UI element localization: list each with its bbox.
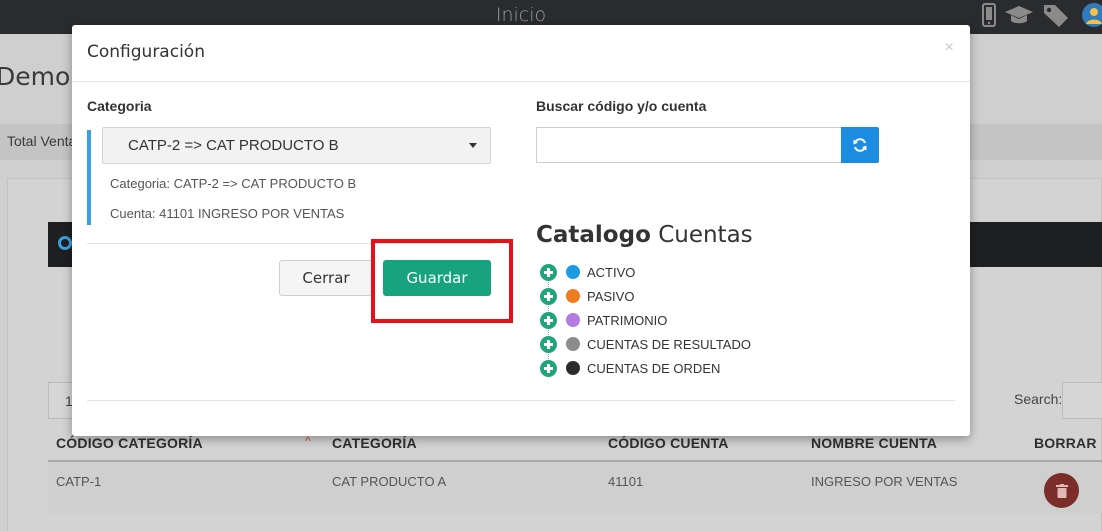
cell-codigo-cuenta: 41101: [608, 474, 644, 489]
folder-dot-icon: [566, 289, 580, 303]
categoria-label: Categoria: [87, 98, 152, 114]
expand-icon[interactable]: [540, 311, 557, 329]
tree-item-patrimonio[interactable]: PATRIMONIO: [540, 310, 667, 330]
col-categoria[interactable]: CATEGORÍA: [332, 435, 417, 451]
chevron-down-icon: [469, 143, 477, 148]
tags-icon[interactable]: [1042, 3, 1072, 27]
topbar-icons: [982, 2, 1102, 28]
cell-codigo-categoria: CATP-1: [56, 474, 102, 489]
tree-item-cuentas-de-orden[interactable]: CUENTAS DE ORDEN: [540, 358, 720, 378]
close-icon[interactable]: ×: [945, 39, 954, 57]
tree-item-label[interactable]: PASIVO: [587, 289, 634, 304]
col-codigo-categoria[interactable]: CÓDIGO CATEGORÍA: [56, 435, 203, 451]
tree-item-pasivo[interactable]: PASIVO: [540, 286, 634, 306]
sort-asc-icon: ^: [305, 434, 311, 448]
categoria-select-value: CATP-2 => CAT PRODUCTO B: [128, 137, 339, 154]
mobile-icon[interactable]: [982, 3, 996, 27]
tab-total-ventas[interactable]: Total Venta: [7, 133, 76, 149]
tree-item-label[interactable]: ACTIVO: [587, 265, 635, 280]
cell-categoria: CAT PRODUCTO A: [332, 474, 447, 489]
table-search-input[interactable]: [1062, 382, 1102, 419]
refresh-button[interactable]: [841, 127, 879, 163]
folder-dot-icon: [566, 265, 580, 279]
table-row: CATP-1 CAT PRODUCTO A 41101 INGRESO POR …: [48, 463, 1102, 513]
highlight-box: [371, 239, 513, 323]
tree-item-cuentas-de-resultado[interactable]: CUENTAS DE RESULTADO: [540, 334, 751, 354]
folder-dot-icon: [566, 337, 580, 351]
modal-header: Configuración ×: [72, 25, 970, 82]
refresh-icon: [853, 138, 867, 152]
tree-item-label[interactable]: PATRIMONIO: [587, 313, 667, 328]
trash-icon: [1055, 483, 1068, 498]
categoria-info-text: Categoria: CATP-2 => CAT PRODUCTO B: [110, 176, 357, 191]
modal-title: Configuración: [87, 42, 205, 62]
col-nombre-cuenta[interactable]: NOMBRE CUENTA: [811, 435, 937, 451]
expand-icon[interactable]: [540, 287, 557, 305]
col-codigo-cuenta[interactable]: CÓDIGO CUENTA: [608, 435, 729, 451]
folder-dot-icon: [566, 361, 580, 375]
configuracion-modal: Configuración × Categoria CATP-2 => CAT …: [72, 25, 970, 436]
user-avatar-icon[interactable]: [1080, 2, 1102, 28]
folder-dot-icon: [566, 313, 580, 327]
divider: [87, 400, 955, 401]
tree-item-label[interactable]: CUENTAS DE RESULTADO: [587, 337, 751, 352]
buscar-input[interactable]: [536, 127, 841, 163]
catalogo-title-light: Cuentas: [658, 222, 753, 248]
catalogo-title: Catalogo Cuentas: [536, 222, 753, 248]
delete-button[interactable]: [1044, 473, 1079, 508]
catalogo-title-bold: Catalogo: [536, 222, 651, 248]
col-borrar: BORRAR: [1034, 435, 1097, 451]
tree-item-label[interactable]: CUENTAS DE ORDEN: [587, 361, 720, 376]
expand-icon[interactable]: [540, 263, 557, 281]
graduation-cap-icon[interactable]: [1004, 3, 1034, 27]
table-search-label: Search:: [1014, 391, 1063, 407]
cell-nombre-cuenta: INGRESO POR VENTAS: [811, 474, 958, 489]
expand-icon[interactable]: [540, 359, 557, 377]
cerrar-button[interactable]: Cerrar: [279, 260, 373, 296]
expand-icon[interactable]: [540, 335, 557, 353]
buscar-label: Buscar código y/o cuenta: [536, 98, 707, 114]
toggle-icon[interactable]: [58, 236, 72, 250]
cuenta-info-text: Cuenta: 41101 INGRESO POR VENTAS: [110, 206, 345, 221]
tree-item-activo[interactable]: ACTIVO: [540, 262, 635, 282]
categoria-select[interactable]: CATP-2 => CAT PRODUCTO B: [102, 127, 491, 164]
app-title: Inicio: [495, 4, 547, 26]
